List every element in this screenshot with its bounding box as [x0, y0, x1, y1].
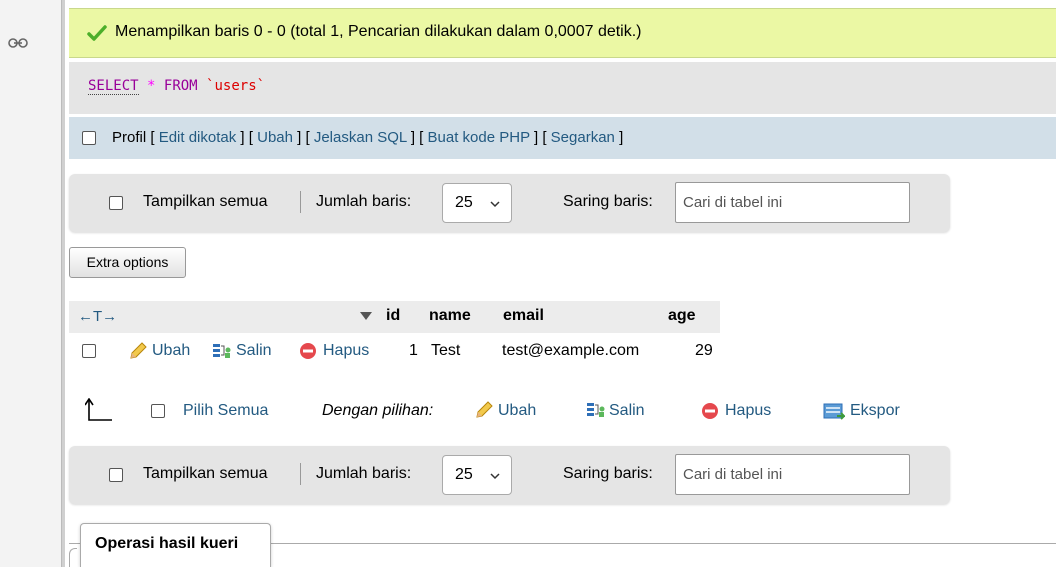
- profile-label: Profil: [112, 129, 147, 146]
- results-table-header: ←T→ id name email age: [69, 301, 720, 333]
- link-icon[interactable]: [8, 37, 28, 49]
- copy-row-icon[interactable]: [211, 342, 231, 360]
- cell-name: Test: [431, 342, 461, 359]
- nav-separator: [300, 463, 301, 485]
- show-all-checkbox[interactable]: [109, 468, 123, 482]
- export-icon[interactable]: [823, 401, 845, 421]
- pencil-icon[interactable]: [128, 341, 148, 361]
- sql-keyword-from: FROM: [163, 78, 198, 94]
- row-delete-link[interactable]: Hapus: [323, 342, 369, 360]
- show-all-checkbox[interactable]: [109, 196, 123, 210]
- chevron-down-icon: [490, 201, 500, 208]
- select-all-checkbox[interactable]: [151, 404, 165, 418]
- profile-links: Profil [ Edit dikotak ] [ Ubah ] [ Jelas…: [112, 129, 624, 146]
- show-all-label[interactable]: Tampilkan semua: [143, 193, 268, 211]
- rows-count-select[interactable]: 25: [442, 183, 512, 223]
- column-header-age[interactable]: age: [668, 307, 696, 325]
- sql-query-code: SELECT * FROM `users`: [88, 78, 266, 95]
- bulk-export-link[interactable]: Ekspor: [850, 402, 900, 420]
- bulk-delete-link[interactable]: Hapus: [725, 402, 771, 420]
- sql-star: *: [147, 78, 156, 94]
- create-php-code-link[interactable]: Buat kode PHP: [428, 129, 530, 146]
- delete-icon[interactable]: [299, 342, 317, 360]
- row-edit-link[interactable]: Ubah: [152, 342, 190, 360]
- bulk-edit-link[interactable]: Ubah: [498, 402, 536, 420]
- success-message-text: Menampilkan baris 0 - 0 (total 1, Pencar…: [115, 23, 642, 40]
- filter-rows-label: Saring baris:: [563, 465, 653, 482]
- rows-count-label: Jumlah baris:: [316, 193, 412, 210]
- sort-desc-icon[interactable]: [360, 311, 372, 321]
- with-selected-label: Dengan pilihan:: [322, 402, 434, 419]
- explain-sql-link[interactable]: Jelaskan SQL: [314, 129, 407, 146]
- table-navigation-bottom: Tampilkan semua Jumlah baris: 25 Saring …: [69, 446, 950, 504]
- bulk-copy-link[interactable]: Salin: [609, 402, 645, 420]
- cell-id: 1: [409, 342, 418, 359]
- column-header-email[interactable]: email: [503, 307, 544, 325]
- rows-count-select[interactable]: 25: [442, 455, 512, 495]
- checkmark-icon: [87, 25, 107, 41]
- show-all-label[interactable]: Tampilkan semua: [143, 465, 268, 483]
- query-results-operations-legend: Operasi hasil kueri: [80, 523, 271, 567]
- column-header-id[interactable]: id: [386, 307, 400, 325]
- edit-link[interactable]: Ubah: [257, 129, 293, 146]
- cell-email: test@example.com: [502, 342, 640, 359]
- filter-rows-label: Saring baris:: [563, 193, 653, 210]
- operations-title: Operasi hasil kueri: [95, 535, 239, 552]
- delete-icon[interactable]: [701, 402, 719, 420]
- rows-count-value: 25: [455, 466, 473, 483]
- rows-count-value: 25: [455, 194, 473, 211]
- profile-links-bar: Profil [ Edit dikotak ] [ Ubah ] [ Jelas…: [69, 117, 1056, 159]
- sql-keyword-select[interactable]: SELECT: [88, 78, 139, 95]
- left-gutter: [0, 0, 61, 567]
- operations-fieldset-corner: [69, 548, 77, 567]
- gutter-divider[interactable]: [61, 0, 65, 567]
- table-navigation-top: Tampilkan semua Jumlah baris: 25 Saring …: [69, 174, 950, 232]
- profile-checkbox[interactable]: [82, 131, 96, 145]
- refresh-link[interactable]: Segarkan: [551, 129, 615, 146]
- success-message-bar: Menampilkan baris 0 - 0 (total 1, Pencar…: [69, 8, 1056, 58]
- arrow-up-icon: [85, 398, 112, 421]
- sql-query-bar: SELECT * FROM `users`: [69, 62, 1056, 114]
- select-all-label[interactable]: Pilih Semua: [183, 402, 268, 420]
- copy-row-icon[interactable]: [585, 401, 605, 419]
- column-header-name[interactable]: name: [429, 307, 471, 325]
- sql-table-name: `users`: [206, 78, 266, 94]
- column-expand-arrows[interactable]: ←T→: [78, 308, 117, 325]
- row-checkbox[interactable]: [82, 344, 96, 358]
- filter-rows-input[interactable]: [675, 182, 910, 223]
- extra-options-button[interactable]: Extra options: [69, 247, 186, 278]
- nav-separator: [300, 191, 301, 213]
- cell-age: 29: [695, 342, 713, 359]
- edit-inline-link[interactable]: Edit dikotak: [159, 129, 237, 146]
- chevron-down-icon: [490, 473, 500, 480]
- row-copy-link[interactable]: Salin: [236, 342, 272, 360]
- filter-rows-input[interactable]: [675, 454, 910, 495]
- rows-count-label: Jumlah baris:: [316, 465, 412, 482]
- pencil-icon[interactable]: [474, 400, 494, 420]
